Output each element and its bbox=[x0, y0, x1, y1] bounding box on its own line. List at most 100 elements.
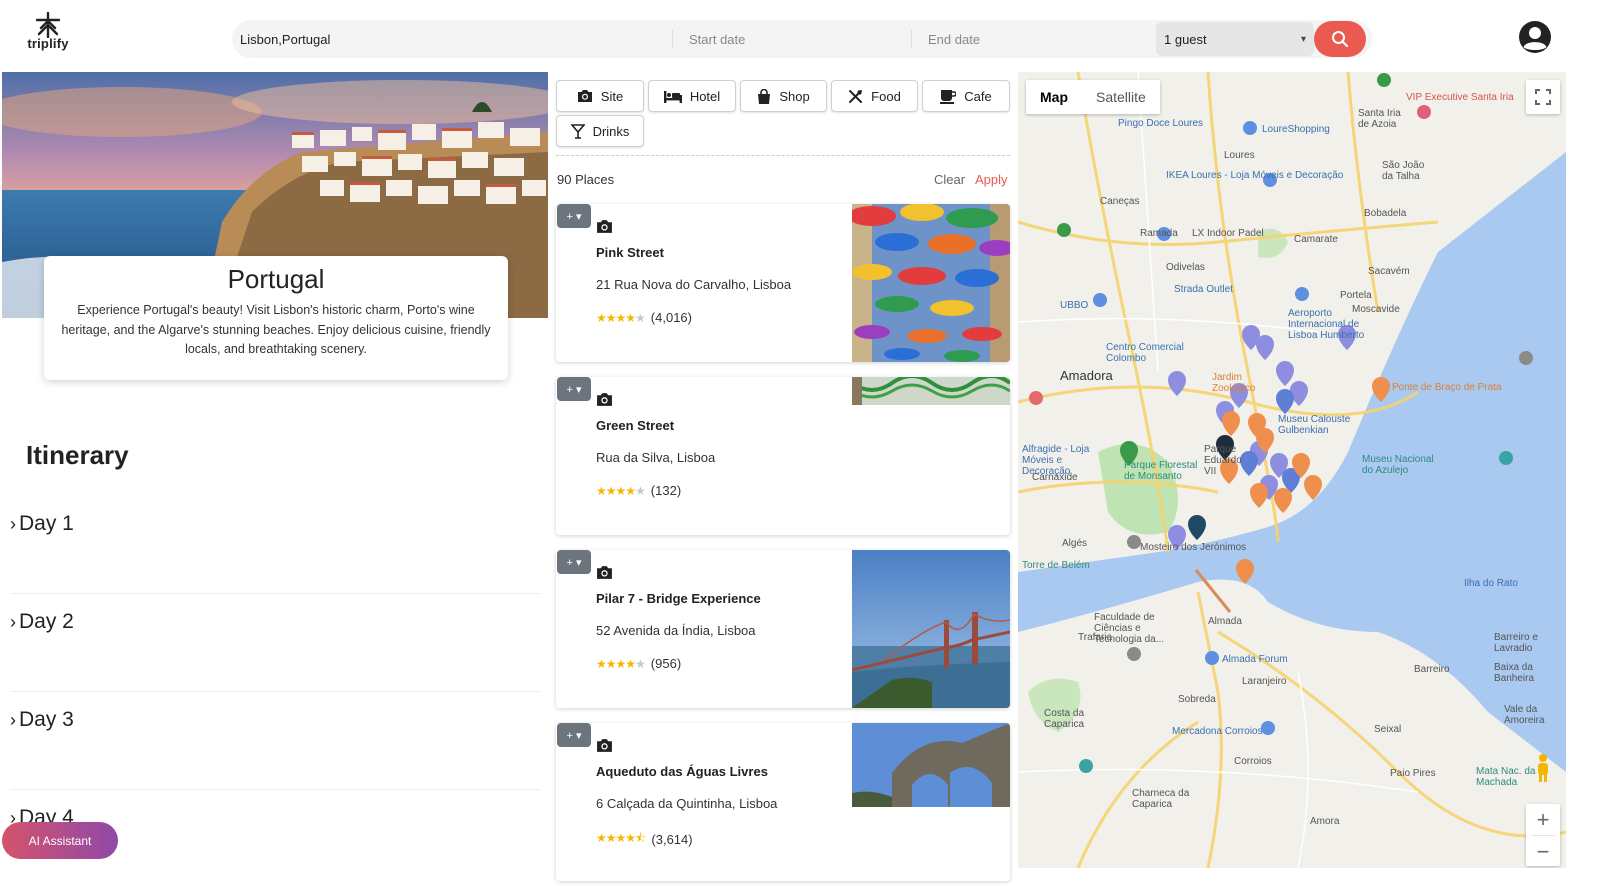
zoom-in-button[interactable]: + bbox=[1526, 804, 1560, 835]
add-to-day-button[interactable]: + ▾ bbox=[557, 377, 591, 401]
map-label: Santa Iria de Azoia bbox=[1358, 108, 1401, 130]
destination-description: Experience Portugal's beauty! Visit Lisb… bbox=[61, 303, 491, 356]
day-label: Day 1 bbox=[19, 512, 74, 535]
filter-label: Cafe bbox=[964, 88, 992, 104]
start-date-input[interactable]: Start date bbox=[673, 20, 911, 58]
place-name[interactable]: Green Street bbox=[596, 418, 674, 433]
map-type-map-button[interactable]: Map bbox=[1026, 80, 1082, 114]
filter-cafe[interactable]: Cafe bbox=[922, 80, 1010, 112]
map-label: LoureShopping bbox=[1262, 124, 1330, 135]
user-icon bbox=[1519, 21, 1551, 53]
place-name[interactable]: Pilar 7 - Bridge Experience bbox=[596, 591, 761, 606]
user-avatar[interactable] bbox=[1518, 20, 1552, 54]
map-label: Alfragide - Loja Móveis e Decoração bbox=[1022, 444, 1090, 477]
map-label: Parque Eduardo VII bbox=[1204, 444, 1242, 477]
clear-filters-link[interactable]: Clear bbox=[934, 172, 965, 187]
place-card[interactable]: + ▾ Green Street Rua da Silva, Lisboa ★★… bbox=[556, 377, 1010, 535]
place-name[interactable]: Aqueduto das Águas Livres bbox=[596, 764, 768, 779]
destination-card: Portugal Experience Portugal's beauty! V… bbox=[44, 256, 508, 380]
map-label: Paio Pires bbox=[1390, 768, 1436, 779]
app-logo[interactable]: triplify bbox=[22, 12, 74, 64]
fullscreen-icon bbox=[1535, 89, 1551, 105]
camera-icon bbox=[596, 738, 613, 758]
add-to-day-button[interactable]: + ▾ bbox=[557, 204, 591, 228]
map-label: Aeroporto Internacional de Lisboa Humber… bbox=[1288, 308, 1365, 341]
camera-icon bbox=[577, 89, 593, 103]
search-bar: Lisbon,Portugal Start date End date 1 gu… bbox=[232, 20, 1372, 58]
camera-icon bbox=[596, 565, 613, 585]
map-label: Sobreda bbox=[1178, 694, 1216, 705]
zoom-out-button[interactable]: − bbox=[1526, 836, 1560, 867]
map-label: Amadora bbox=[1060, 368, 1113, 383]
filter-drinks[interactable]: Drinks bbox=[556, 115, 644, 147]
map-label: Almada bbox=[1208, 616, 1242, 627]
review-count: (3,614) bbox=[651, 832, 693, 847]
itinerary-day-3[interactable]: › Day 3 bbox=[10, 708, 540, 732]
filter-food[interactable]: Food bbox=[831, 80, 918, 112]
ai-assistant-button[interactable]: AI Assistant bbox=[2, 822, 118, 859]
place-card[interactable]: + ▾ Aqueduto das Águas Livres 6 Calçada … bbox=[556, 723, 1010, 881]
map-label: Barreiro e Lavradio bbox=[1494, 632, 1538, 654]
review-count: (132) bbox=[650, 483, 682, 498]
camera-icon bbox=[596, 392, 613, 412]
add-to-day-button[interactable]: + ▾ bbox=[557, 723, 591, 747]
itinerary-day-2[interactable]: › Day 2 bbox=[10, 610, 540, 634]
place-name[interactable]: Pink Street bbox=[596, 245, 664, 260]
day-divider bbox=[10, 691, 540, 692]
map-label: Charneca da Caparica bbox=[1132, 788, 1190, 810]
place-card[interactable]: + ▾ Pink Street 21 Rua Nova do Carvalho,… bbox=[556, 204, 1010, 362]
map-label: Bobadela bbox=[1364, 208, 1407, 219]
place-rating: ★★★★★ (4,016) bbox=[596, 310, 692, 325]
map-label: Pingo Doce Loures bbox=[1118, 118, 1204, 129]
map-label: Vale da Amoreira bbox=[1504, 704, 1545, 726]
camera-icon bbox=[596, 219, 613, 239]
map-label: Laranjeiro bbox=[1242, 676, 1287, 687]
place-address: 21 Rua Nova do Carvalho, Lisboa bbox=[596, 277, 792, 292]
map-type-satellite-button[interactable]: Satellite bbox=[1082, 80, 1160, 114]
apply-filters-link[interactable]: Apply bbox=[975, 172, 1008, 187]
map-label: Camarate bbox=[1294, 234, 1338, 245]
map-label: UBBO bbox=[1060, 300, 1089, 311]
filter-shop[interactable]: Shop bbox=[740, 80, 827, 112]
guest-select[interactable]: 1 guest ▾ bbox=[1156, 22, 1314, 56]
day-divider bbox=[10, 593, 540, 594]
star-rating-icon: ★★★★★ bbox=[596, 483, 646, 498]
coffee-icon bbox=[940, 89, 957, 104]
bed-icon bbox=[663, 90, 682, 103]
filter-site[interactable]: Site bbox=[556, 80, 644, 112]
filter-label: Food bbox=[871, 88, 901, 104]
shopping-bag-icon bbox=[757, 88, 771, 104]
end-date-input[interactable]: End date bbox=[912, 20, 1156, 58]
review-count: (4,016) bbox=[650, 310, 692, 325]
star-rating-icon: ★★★★★ bbox=[596, 656, 646, 671]
filter-label: Shop bbox=[779, 88, 810, 104]
place-rating: ★★★★★ (132) bbox=[596, 483, 681, 498]
map-label: Museu Nacional do Azulejo bbox=[1362, 454, 1434, 476]
place-rating: ★★★★★ (956) bbox=[596, 656, 681, 671]
day-label: Day 2 bbox=[19, 610, 74, 633]
star-rating-icon: ★★★★★ bbox=[596, 310, 646, 325]
itinerary-day-1[interactable]: › Day 1 bbox=[10, 512, 540, 536]
filter-hotel[interactable]: Hotel bbox=[648, 80, 736, 112]
search-button[interactable] bbox=[1314, 21, 1366, 57]
day-divider bbox=[10, 789, 540, 790]
destination-input[interactable]: Lisbon,Portugal bbox=[232, 20, 672, 58]
place-card[interactable]: + ▾ Pilar 7 - Bridge Experience 52 Aveni… bbox=[556, 550, 1010, 708]
filter-label: Hotel bbox=[689, 88, 721, 104]
guest-select-value: 1 guest bbox=[1164, 31, 1207, 47]
map-label: Seixal bbox=[1374, 724, 1402, 735]
fullscreen-button[interactable] bbox=[1526, 80, 1560, 114]
day-label: Day 3 bbox=[19, 708, 74, 731]
cocktail-icon bbox=[570, 123, 585, 139]
map-view[interactable]: Pingo Doce Loures LoureShopping Loures I… bbox=[1018, 72, 1566, 868]
map-label: LX Indoor Padel bbox=[1192, 228, 1264, 239]
map-label: Almada Forum bbox=[1222, 654, 1288, 665]
map-label: Algés bbox=[1062, 538, 1088, 549]
map-label: Costa da Caparica bbox=[1044, 708, 1085, 730]
map-label: Amora bbox=[1310, 816, 1340, 827]
place-rating: ★★★★⯪ (3,614) bbox=[596, 829, 693, 850]
street-view-pegman[interactable] bbox=[1526, 748, 1560, 788]
add-to-day-button[interactable]: + ▾ bbox=[557, 550, 591, 574]
place-photo bbox=[852, 723, 1010, 881]
map-label: Baixa da Banheira bbox=[1494, 662, 1535, 684]
